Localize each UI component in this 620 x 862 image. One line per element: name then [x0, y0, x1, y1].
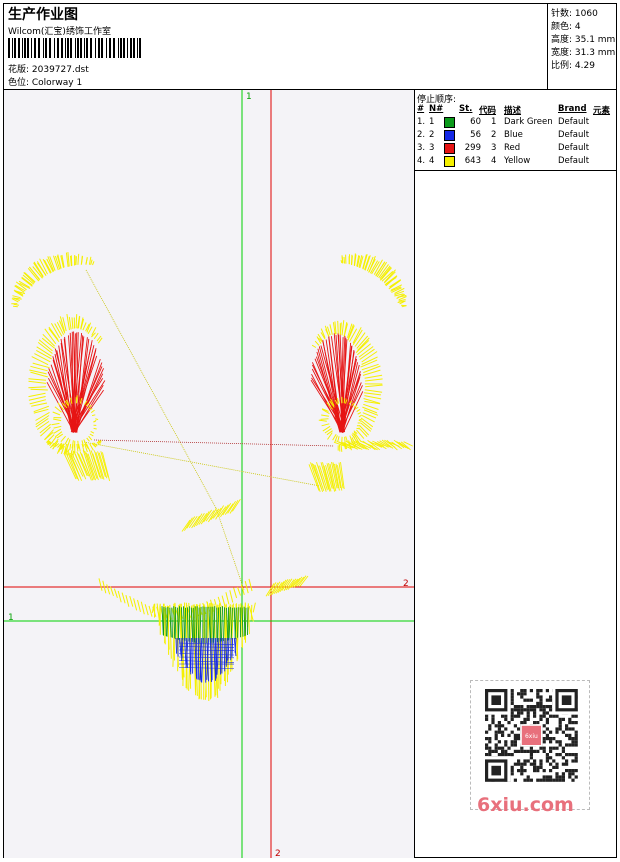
row-stitches: 299 — [459, 143, 481, 153]
watermark-logo: 6xiu.com — [477, 794, 574, 816]
row-brand: Default — [558, 117, 589, 127]
spec-stitches: 针数: 1060 — [551, 6, 598, 19]
color-swatch — [444, 156, 455, 167]
row-index: 4. — [417, 156, 425, 166]
color-table-row[interactable]: 3. 3 299 3 Red Default — [415, 142, 616, 155]
row-brand: Default — [558, 143, 589, 153]
col-header-number: N# — [429, 104, 443, 114]
row-number: 2 — [429, 130, 434, 140]
row-brand: Default — [558, 156, 589, 166]
spec-height: 高度: 35.1 mm — [551, 32, 615, 45]
stitch-layer — [11, 252, 413, 701]
row-number: 3 — [429, 143, 434, 153]
row-stitches: 56 — [459, 130, 481, 140]
row-number: 1 — [429, 117, 434, 127]
row-description: Blue — [504, 130, 523, 140]
col-header-description: 描述 — [504, 104, 521, 116]
color-swatch — [444, 143, 455, 154]
col-header-brand: Brand — [558, 104, 587, 114]
row-code: 1 — [491, 117, 496, 127]
qr-code[interactable]: 6xiu — [470, 680, 590, 810]
company-name: Wilcom(汇宝)绣饰工作室 — [8, 24, 111, 37]
production-sheet: 生产作业图 Wilcom(汇宝)绣饰工作室 花版: 2039727.dst 色位… — [3, 3, 617, 858]
guide-label-top-1: 1 — [246, 92, 252, 102]
row-description: Yellow — [504, 156, 530, 166]
spec-width: 宽度: 31.3 mm — [551, 45, 615, 58]
color-table-row[interactable]: 2. 2 56 2 Blue Default — [415, 129, 616, 142]
color-swatch — [444, 130, 455, 141]
jump-stitches — [84, 270, 334, 590]
stop-sequence-panel: 停止顺序: # N# St. 代码 描述 Brand 元素 1.1601Dark… — [415, 90, 616, 171]
row-number: 4 — [429, 156, 434, 166]
spec-colors: 颜色: 4 — [551, 19, 581, 32]
sheet-header: 生产作业图 Wilcom(汇宝)绣饰工作室 花版: 2039727.dst 色位… — [4, 4, 616, 90]
color-table-row[interactable]: 1. 1 60 1 Dark Green Default — [415, 116, 616, 129]
embroidery-preview: 1 2 1 2 — [4, 90, 414, 858]
col-header-code: 代码 — [479, 104, 496, 116]
guide-label-right-2: 2 — [403, 579, 409, 589]
spec-box: 针数: 1060 颜色: 4 高度: 35.1 mm 宽度: 31.3 mm 比… — [547, 4, 617, 89]
row-description: Dark Green — [504, 117, 553, 127]
row-index: 3. — [417, 143, 425, 153]
sheet-title: 生产作业图 — [8, 4, 78, 24]
row-code: 3 — [491, 143, 496, 153]
col-header-element: 元素 — [593, 104, 610, 116]
color-table-row[interactable]: 4. 4 643 4 Yellow Default — [415, 155, 616, 168]
guide-label-bottom-2: 2 — [275, 849, 281, 858]
color-swatch — [444, 117, 455, 128]
design-file-label: 花版: 2039727.dst — [8, 62, 89, 75]
design-canvas[interactable]: 1 2 1 2 — [4, 90, 415, 858]
guide-label-left-1: 1 — [8, 613, 14, 623]
qr-badge-text: 6xiu — [525, 733, 538, 740]
barcode — [8, 38, 144, 58]
color-table-header: # N# St. 代码 描述 Brand 元素 — [415, 103, 616, 116]
qr-code-graphic: 6xiu — [471, 681, 589, 791]
row-description: Red — [504, 143, 520, 153]
row-index: 2. — [417, 130, 425, 140]
row-stitches: 643 — [459, 156, 481, 166]
color-table: # N# St. 代码 描述 Brand 元素 1. 1 60 1 Dark Green… — [415, 103, 616, 168]
row-stitches: 60 — [459, 117, 481, 127]
row-code: 4 — [491, 156, 496, 166]
spec-ratio: 比例: 4.29 — [551, 58, 595, 71]
col-header-stitches: St. — [459, 104, 472, 114]
colorway-label: 色位: Colorway 1 — [8, 75, 82, 88]
row-index: 1. — [417, 117, 425, 127]
col-header-index: # — [417, 104, 424, 114]
row-brand: Default — [558, 130, 589, 140]
row-code: 2 — [491, 130, 496, 140]
